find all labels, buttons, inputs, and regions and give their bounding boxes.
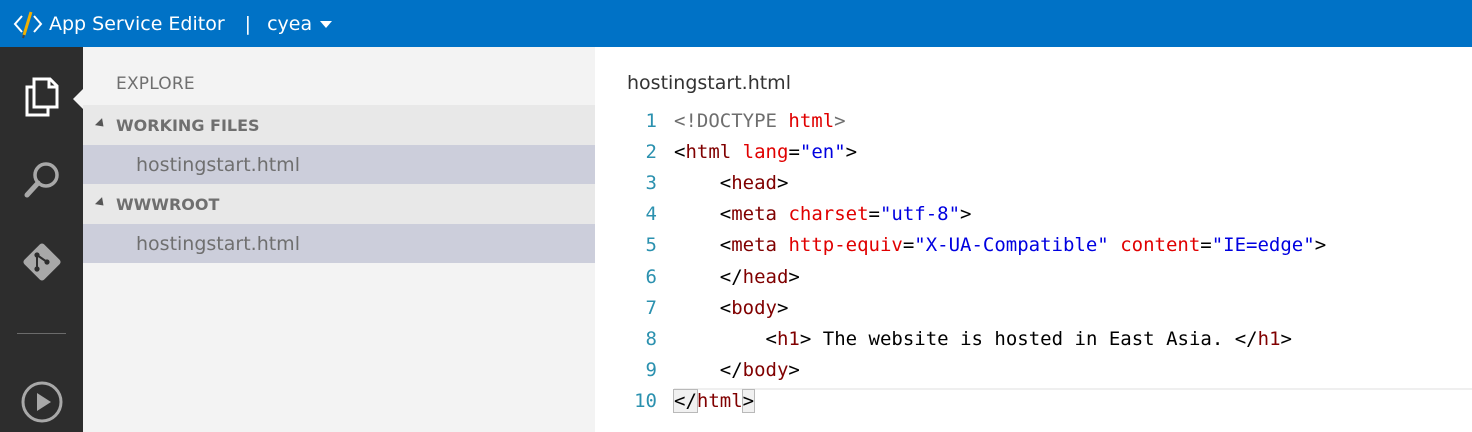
code-area[interactable]: 1 <!DOCTYPE html> 2 <html lang="en"> 3 <head… xyxy=(595,105,1472,417)
line-number: 10 xyxy=(634,390,657,413)
code-text: <body> xyxy=(719,296,789,319)
run-button[interactable] xyxy=(0,370,83,432)
line-number: 4 xyxy=(645,203,657,226)
file-label: hostingstart.html xyxy=(136,153,300,176)
line-number: 9 xyxy=(645,359,657,382)
line-number: 7 xyxy=(645,296,657,319)
editor-file-title: hostingstart.html xyxy=(627,72,791,94)
line-number: 8 xyxy=(645,327,657,350)
code-line[interactable]: 10 </html> xyxy=(595,386,1472,417)
chevron-expanded-icon xyxy=(94,196,108,209)
active-indicator xyxy=(73,89,83,109)
code-text: </head> xyxy=(719,265,800,288)
code-line[interactable]: 3 <head> xyxy=(595,167,1472,198)
chevron-expanded-icon xyxy=(94,117,108,130)
site-selector[interactable]: cyea xyxy=(267,12,333,35)
section-working-files[interactable]: WORKING FILES xyxy=(83,105,595,145)
code-text: <!DOCTYPE html> xyxy=(674,109,846,132)
code-line[interactable]: 4 <meta charset="utf-8"> xyxy=(595,199,1472,230)
line-number: 1 xyxy=(645,109,657,132)
code-line[interactable]: 2 <html lang="en"> xyxy=(595,136,1472,167)
line-number: 2 xyxy=(645,140,657,163)
site-name: cyea xyxy=(267,12,313,35)
search-icon xyxy=(24,162,59,198)
title-separator: | xyxy=(244,12,252,35)
line-number: 3 xyxy=(645,171,657,194)
code-line[interactable]: 5 <meta http-equiv="X-UA-Compatible" con… xyxy=(595,230,1472,261)
file-item[interactable]: hostingstart.html xyxy=(83,145,595,184)
code-text: <meta http-equiv="X-UA-Compatible" conte… xyxy=(719,234,1327,257)
line-number: 6 xyxy=(645,265,657,288)
title-bar: App Service Editor | cyea xyxy=(0,0,1472,47)
file-item[interactable]: hostingstart.html xyxy=(83,224,595,263)
explore-title: EXPLORE xyxy=(116,74,195,94)
line-number: 5 xyxy=(645,234,657,257)
play-circle-icon xyxy=(21,381,62,423)
section-label: WORKING FILES xyxy=(116,115,260,135)
code-text: <h1> The website is hosted in East Asia.… xyxy=(765,327,1292,350)
git-button[interactable] xyxy=(0,230,83,294)
code-line[interactable]: 9 </body> xyxy=(595,355,1472,386)
code-text: <html lang="en"> xyxy=(674,140,858,163)
explore-button[interactable] xyxy=(0,65,83,129)
app-title: App Service Editor xyxy=(49,12,225,35)
code-line[interactable]: 6 </head> xyxy=(595,261,1472,292)
search-button[interactable] xyxy=(0,148,83,212)
section-label: WWWROOT xyxy=(116,194,220,214)
git-icon xyxy=(22,243,61,281)
code-line[interactable]: 1 <!DOCTYPE html> xyxy=(595,105,1472,136)
explorer-panel: EXPLORE WORKING FILES hostingstart.html … xyxy=(83,47,595,432)
editor-pane: hostingstart.html 1 <!DOCTYPE html> 2 <html… xyxy=(595,47,1472,432)
section-wwwroot[interactable]: WWWROOT xyxy=(83,184,595,224)
code-text: </body> xyxy=(719,359,800,382)
files-icon xyxy=(25,77,58,117)
code-text: </html> xyxy=(673,389,756,414)
code-line[interactable]: 7 <body> xyxy=(595,292,1472,323)
code-text: <meta charset="utf-8"> xyxy=(719,203,972,226)
code-text: <head> xyxy=(719,171,789,194)
chevron-down-icon xyxy=(320,21,333,28)
code-line[interactable]: 8 <h1> The website is hosted in East Asi… xyxy=(595,323,1472,354)
file-label: hostingstart.html xyxy=(136,232,300,255)
activity-bar xyxy=(0,47,83,432)
code-pencil-logo-icon xyxy=(13,9,43,39)
activity-divider xyxy=(17,333,66,334)
